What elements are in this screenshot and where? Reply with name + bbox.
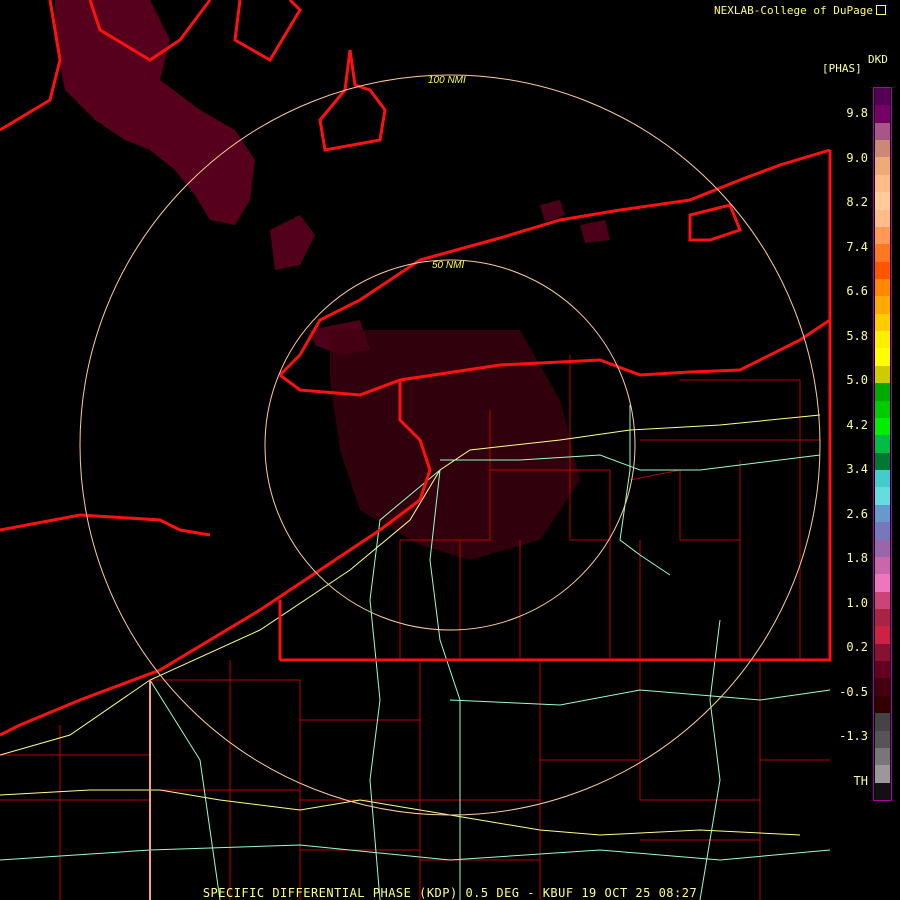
legend-swatch: [875, 348, 890, 367]
legend-swatch: [875, 539, 890, 558]
legend-tick-label: 5.8: [846, 328, 868, 343]
legend-swatch: [875, 122, 890, 141]
legend-tick-label: 1.0: [846, 595, 868, 610]
legend-tick-label: 3.4: [846, 462, 868, 476]
legend-tick-label: 4.2: [846, 417, 868, 432]
legend-swatch: [875, 713, 890, 732]
legend-tick-label: -1.3: [839, 729, 868, 743]
nexlab-logo-icon: [876, 5, 886, 15]
legend-swatch: [875, 174, 890, 193]
legend-swatch: [875, 279, 890, 297]
legend-unit: [PHAS]: [822, 62, 862, 75]
legend-swatch: [875, 331, 890, 349]
legend-swatch: [875, 296, 890, 315]
legend-swatch: [875, 504, 890, 523]
credit-text: NEXLAB-College of DuPage: [714, 4, 886, 17]
legend-swatch: [875, 782, 890, 801]
product-title: SPECIFIC DIFFERENTIAL PHASE (KDP) 0.5 DE…: [202, 886, 698, 900]
legend-swatch: [875, 313, 890, 332]
legend-swatch: [875, 209, 890, 228]
echo-clutter: [330, 330, 580, 560]
legend-product: DKD: [868, 53, 888, 66]
legend-swatch: [875, 192, 890, 211]
legend-swatch: [875, 157, 890, 176]
legend-swatch: [875, 730, 890, 749]
legend-tick-label: -0.5: [839, 684, 868, 699]
legend-swatch: [875, 574, 890, 593]
range-ring-50-label: 50 NMI: [432, 260, 464, 271]
legend-tick-label: 5.0: [846, 373, 868, 387]
legend-tick-label: 8.2: [846, 195, 868, 209]
legend-swatch: [875, 556, 890, 575]
legend-swatch: [875, 487, 890, 506]
legend-tick-label: TH: [853, 773, 868, 788]
legend-tick-label: 1.8: [846, 551, 868, 565]
legend-swatch: [875, 643, 890, 662]
legend-swatch: [875, 522, 890, 540]
range-ring-100-label: 100 NMI: [428, 75, 466, 86]
echo-center: [270, 215, 315, 270]
legend-swatch: [875, 244, 890, 263]
legend-swatch: [875, 608, 890, 627]
legend-swatch: [875, 226, 890, 245]
legend-swatch: [875, 435, 890, 454]
legend-swatch: [875, 105, 890, 124]
legend-swatch: [875, 661, 890, 679]
legend-swatch: [875, 365, 890, 384]
legend-swatch: [875, 452, 890, 471]
legend-tick-label: 9.8: [846, 106, 868, 120]
credit-label: NEXLAB-College of DuPage: [714, 4, 873, 17]
radar-map: 100 NMI 50 NMI: [0, 0, 832, 900]
legend-swatch: [875, 695, 890, 714]
legend-tick-label: 0.2: [846, 640, 868, 654]
color-legend: [873, 87, 892, 801]
legend-swatch: [875, 678, 890, 697]
legend-swatch: [875, 747, 890, 766]
legend-swatch: [875, 417, 890, 436]
legend-tick-label: 6.6: [846, 284, 868, 298]
legend-swatch: [875, 470, 890, 488]
legend-swatch: [875, 140, 890, 158]
legend-swatch: [875, 765, 890, 784]
legend-swatch: [875, 626, 890, 645]
legend-tick-label: 2.6: [846, 506, 868, 521]
legend-tick-label: 7.4: [846, 239, 868, 254]
legend-swatch: [875, 88, 890, 106]
echo-north-east: [580, 220, 610, 243]
echo-area: [55, 0, 610, 560]
legend-swatch: [875, 383, 890, 402]
legend-swatch: [875, 400, 890, 419]
legend-swatch: [875, 591, 890, 610]
legend-swatch: [875, 261, 890, 280]
echo-north: [55, 0, 255, 225]
legend-tick-label: 9.0: [846, 150, 868, 165]
